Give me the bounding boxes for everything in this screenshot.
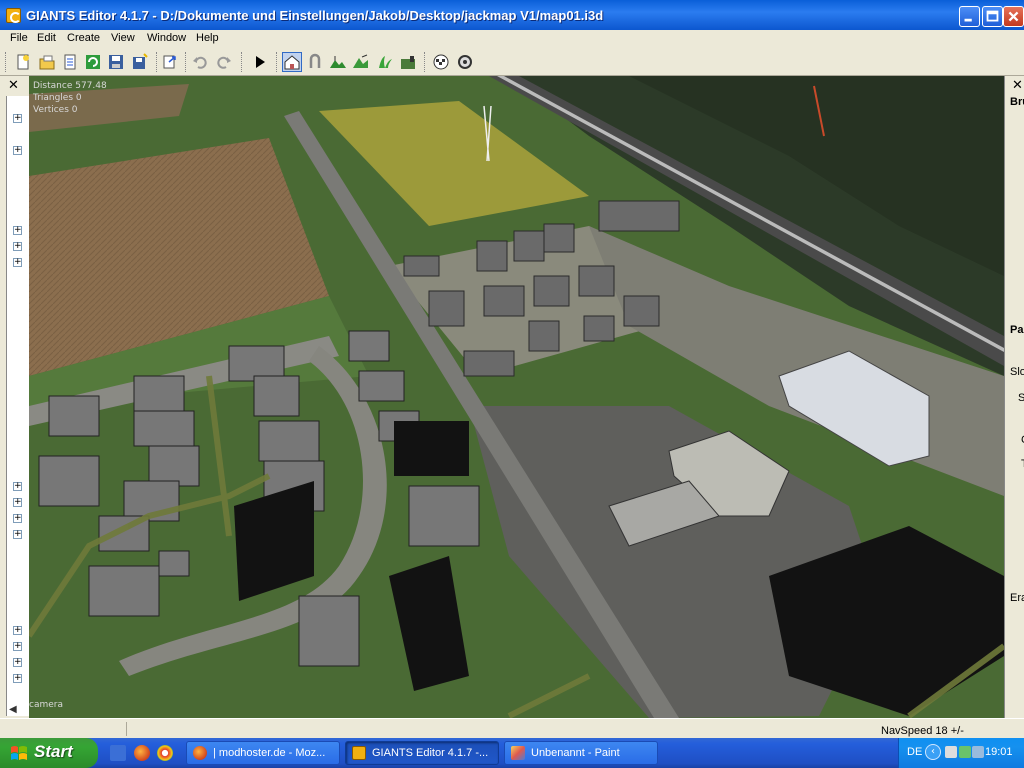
tree-expander[interactable]: +: [13, 146, 22, 155]
window-title: GIANTS Editor 4.1.7 - D:/Dokumente und E…: [26, 8, 604, 23]
triangles-readout: Triangles 0: [33, 93, 82, 103]
distance-readout: Distance 577.48: [33, 81, 107, 91]
menu-help[interactable]: Help: [196, 32, 219, 44]
status-bar: NavSpeed 18 +/-: [0, 718, 1024, 738]
panel-label: Bru: [1010, 96, 1024, 108]
maximize-button[interactable]: [982, 6, 1003, 27]
3d-viewport[interactable]: Distance 577.48 Triangles 0 Vertices 0 c…: [29, 76, 1004, 718]
scenegraph-panel: ✕ + + + + + + + + + + + + + ◀: [0, 76, 29, 718]
toolbar-separator: [185, 52, 188, 72]
refresh-icon[interactable]: [83, 52, 103, 72]
save-as-icon[interactable]: [130, 52, 150, 72]
monitor-icon[interactable]: [972, 746, 984, 758]
sculpt-icon[interactable]: [351, 52, 371, 72]
taskbar: Start | modhoster.de - Moz... GIANTS Edi…: [0, 738, 1024, 768]
start-button[interactable]: Start: [0, 738, 98, 768]
tree-expander[interactable]: +: [13, 514, 22, 523]
toolbar-separator: [424, 52, 427, 72]
close-button[interactable]: [1003, 6, 1024, 27]
save-icon[interactable]: [106, 52, 126, 72]
tree-expander[interactable]: +: [13, 642, 22, 651]
terrain-icon[interactable]: [328, 52, 348, 72]
tray-expand-icon[interactable]: ‹: [925, 744, 941, 760]
giants-app-icon: [352, 746, 366, 760]
scroll-left-arrow-icon[interactable]: ◀: [9, 704, 17, 715]
properties-icon[interactable]: [60, 52, 80, 72]
tree-expander[interactable]: +: [13, 658, 22, 667]
toolbar-separator: [276, 52, 279, 72]
show-desktop-icon[interactable]: [110, 745, 126, 761]
giants-app-icon[interactable]: [6, 8, 21, 23]
firefox-icon: [193, 746, 207, 760]
new-icon[interactable]: [13, 52, 33, 72]
panel-label: Slo: [1010, 366, 1024, 378]
task-label: GIANTS Editor 4.1.7 -...: [372, 747, 489, 759]
tree-expander[interactable]: +: [13, 530, 22, 539]
tree-expander[interactable]: +: [13, 482, 22, 491]
tree-expander[interactable]: +: [13, 242, 22, 251]
tree-expander[interactable]: +: [13, 674, 22, 683]
foliage-icon[interactable]: [375, 52, 395, 72]
close-icon[interactable]: ✕: [1012, 78, 1023, 93]
tree-expander[interactable]: +: [13, 226, 22, 235]
menu-edit[interactable]: Edit: [37, 32, 56, 44]
camera-label: camera: [29, 700, 63, 710]
open-icon[interactable]: [37, 52, 57, 72]
close-icon[interactable]: ✕: [8, 78, 19, 93]
select-icon[interactable]: [305, 52, 325, 72]
title-bar: GIANTS Editor 4.1.7 - D:/Dokumente und E…: [0, 0, 1024, 30]
minimize-button[interactable]: [959, 6, 980, 27]
task-firefox[interactable]: | modhoster.de - Moz...: [186, 741, 340, 765]
system-tray: DE ‹ 19:01: [898, 738, 1024, 768]
volume-icon[interactable]: [945, 746, 957, 758]
tree-expander[interactable]: +: [13, 626, 22, 635]
play-icon[interactable]: [250, 52, 270, 72]
scenegraph-tree[interactable]: [6, 96, 29, 716]
vertices-readout: Vertices 0: [33, 105, 78, 115]
scene-render: [29, 76, 1004, 718]
toolbar-grip[interactable]: [5, 52, 8, 72]
toolbar-separator: [241, 52, 244, 72]
language-indicator[interactable]: DE: [907, 746, 922, 758]
toolbar: [0, 48, 1024, 76]
menu-create[interactable]: Create: [67, 32, 100, 44]
gear-icon[interactable]: [455, 52, 475, 72]
menu-window[interactable]: Window: [147, 32, 186, 44]
menu-bar: File Edit Create View Window Help: [0, 30, 1024, 48]
menu-view[interactable]: View: [111, 32, 135, 44]
panel-label: S: [1018, 392, 1024, 404]
home-icon[interactable]: [282, 52, 302, 72]
firefox-icon[interactable]: [134, 745, 150, 761]
task-label: Unbenannt - Paint: [531, 747, 620, 759]
paint-icon: [511, 746, 525, 760]
tree-expander[interactable]: +: [13, 114, 22, 123]
checker-icon[interactable]: [431, 52, 451, 72]
status-separator: [126, 722, 127, 736]
texture-icon[interactable]: [398, 52, 418, 72]
clock[interactable]: 19:01: [985, 746, 1013, 758]
redo-icon[interactable]: [214, 52, 234, 72]
tree-expander[interactable]: +: [13, 258, 22, 267]
panel-label: Pa: [1010, 324, 1024, 336]
menu-file[interactable]: File: [10, 32, 28, 44]
undo-icon[interactable]: [190, 52, 210, 72]
windows-logo-icon: [11, 746, 27, 760]
panel-label: Era: [1010, 592, 1024, 604]
network-icon[interactable]: [959, 746, 971, 758]
task-giants-editor[interactable]: GIANTS Editor 4.1.7 -...: [345, 741, 499, 765]
task-label: | modhoster.de - Moz...: [213, 747, 326, 759]
chrome-icon[interactable]: [157, 745, 173, 761]
start-label: Start: [34, 742, 73, 761]
viewport-stats: Distance 577.48 Triangles 0 Vertices 0: [33, 80, 107, 116]
task-paint[interactable]: Unbenannt - Paint: [504, 741, 658, 765]
tree-expander[interactable]: +: [13, 498, 22, 507]
export-icon[interactable]: [160, 52, 180, 72]
attributes-panel: ✕ Bru Pa Slo S C T Era: [1004, 76, 1024, 718]
toolbar-separator: [156, 52, 159, 72]
navspeed-readout: NavSpeed 18 +/-: [881, 725, 964, 737]
